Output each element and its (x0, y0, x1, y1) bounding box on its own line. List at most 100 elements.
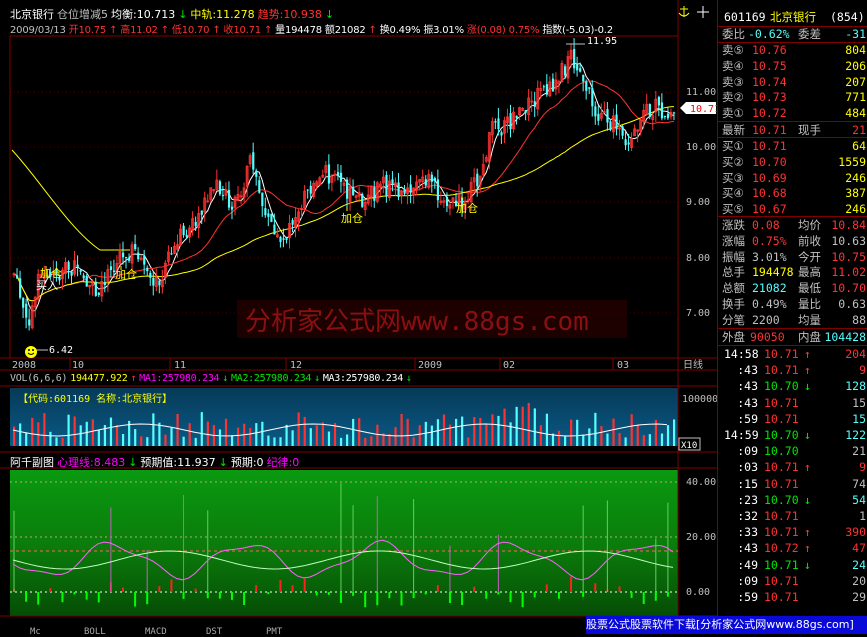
tick-time: :43 (737, 541, 758, 556)
header-segment: 心理线:8.483 (57, 456, 126, 469)
buy-row-1: 买① 10.71 64 (718, 138, 867, 154)
stat-label: 换手 (722, 297, 745, 311)
tick-price: 10.71 (764, 395, 799, 410)
tick-time: :59 (737, 590, 758, 604)
header-segment: 高11.02 (120, 25, 158, 36)
sell-price: 10.73 (752, 90, 787, 105)
tick-row: :33 10.71 ↑ 390 (718, 524, 867, 540)
waipan-row: 外盘 90050 内盘 104428 (722, 330, 866, 344)
header-segment: ↑ (212, 25, 221, 36)
sell-volume: 771 (845, 90, 866, 105)
tick-time: :43 (737, 395, 758, 410)
header-segment: 预期:0 (230, 456, 264, 469)
tick-row: 14:58 10.71 ↑ 204 (718, 346, 867, 362)
tick-price: 10.71 (764, 509, 799, 523)
stat-row-1: 涨跌 0.08 均价 10.84 (718, 217, 867, 233)
svg-text:10: 10 (72, 360, 84, 371)
tick-time: :15 (737, 476, 758, 491)
tick-volume: 24 (852, 557, 866, 572)
header-segment: 阿千副图 (10, 456, 54, 469)
tick-volume: 1 (859, 509, 866, 523)
buy-volume: 246 (845, 202, 866, 217)
tick-row: :43 10.70 ↓ 128 (718, 378, 867, 394)
tick-time: 14:58 (724, 347, 759, 361)
tick-row: :09 10.70 21 (718, 443, 867, 459)
tick-dir-icon: ↑ (804, 363, 811, 378)
tick-dir-icon: ↑ (804, 541, 811, 556)
tick-time: :59 (737, 411, 758, 426)
tick-time: 14:59 (724, 428, 759, 442)
tick-time: :32 (737, 509, 758, 523)
svg-text:02: 02 (503, 360, 515, 371)
stat-value: 10.75 (831, 249, 866, 264)
volume-axis-label: 100000 (682, 394, 717, 405)
svg-text:日线: 日线 (683, 358, 703, 371)
smiley-icon (25, 346, 37, 358)
buy-price: 10.67 (752, 202, 787, 217)
stat-value: 2200 (752, 312, 780, 327)
last-price-row: 最新 10.71 现手 21 (722, 123, 866, 137)
stat-label: 总手 (722, 265, 745, 280)
tick-volume: 74 (852, 476, 866, 491)
tick-price: 10.70 (764, 428, 799, 442)
tick-price: 10.71 (764, 460, 799, 475)
stat-label: 涨幅 (722, 233, 745, 248)
header-segment: ↑ (368, 25, 377, 36)
stock-code: 601169 (724, 10, 766, 24)
sell-price: 10.72 (752, 106, 787, 121)
header-segment: 预期值:11.937 (140, 456, 216, 469)
header-segment: VOL(6,6,6) (10, 373, 68, 384)
footer-banner[interactable]: 股票公式股票软件下载[分析家公式网www.88gs.com] (586, 616, 867, 634)
stat-value: 194478 (752, 265, 794, 280)
tick-time: :23 (737, 492, 758, 507)
stat-label: 量比 (798, 297, 821, 311)
header-segment: ↓ (128, 456, 138, 469)
buy-label: 买① (722, 139, 744, 153)
stat-value: 10.70 (831, 281, 866, 296)
buy-price: 10.70 (752, 154, 787, 169)
svg-text:40.00: 40.00 (686, 477, 716, 488)
tick-row: :49 10.71 ↓ 24 (718, 557, 867, 573)
svg-text:20.00: 20.00 (686, 532, 716, 543)
header-segment: ↓ (324, 8, 335, 21)
move-icon[interactable] (697, 6, 709, 18)
tab-macd[interactable]: MACD (145, 627, 167, 637)
tab-dst[interactable]: DST (206, 627, 222, 637)
kline-chart-area[interactable]: 分析家公式网www.88gs.com 11.95 6.42 买入 加仓 加仓 加… (0, 0, 717, 634)
sell-label: 卖② (722, 90, 744, 105)
sell-price: 10.74 (752, 74, 787, 89)
tick-row: :43 10.72 ↑ 47 (718, 540, 867, 556)
tick-price: 10.70 (764, 379, 799, 394)
tab-boll[interactable]: BOLL (84, 627, 106, 637)
quote-panel: 601169 北京银行 (854) 委比 -0.62% 委差 -31 卖⑤ 10.… (717, 0, 867, 634)
chart-header-line2: 2009/03/13 开10.75 ↑ 高11.02 ↑ 低10.70 ↑ 收10.71 ↑ 量1… (10, 21, 616, 36)
buy-row-4: 买④ 10.68 387 (718, 185, 867, 201)
sell-label: 卖⑤ (722, 43, 744, 57)
tab-mc[interactable]: Mc (30, 627, 41, 637)
stat-value: 11.02 (831, 265, 866, 280)
header-segment: MA2:257980.234 (231, 373, 312, 384)
tick-price: 10.71 (764, 363, 799, 378)
header-segment: 均衡:10.713 (111, 8, 176, 21)
stat-value: 3.01% (752, 249, 787, 264)
header-segment: 北京银行 (10, 8, 54, 21)
sell-label: 卖③ (722, 74, 744, 89)
stat-label: 总额 (722, 281, 745, 296)
stat-row-7: 分笔 2200 均量 88 (718, 312, 867, 328)
stat-row-5: 总额 21082 最低 10.70 (718, 280, 867, 296)
weibi-row: 委比 -0.62% 委差 -31 (722, 27, 866, 41)
sell-volume: 206 (845, 58, 866, 73)
svg-text:03: 03 (617, 360, 629, 371)
tab-pmt[interactable]: PMT (266, 627, 282, 637)
header-segment: 194477.922 (70, 373, 128, 384)
header-segment: 0.75% (508, 25, 540, 36)
sell-row-3: 卖③ 10.74 207 (718, 74, 867, 90)
tick-volume: 204 (845, 347, 866, 361)
stat-value: 0.49% (752, 297, 787, 311)
tick-volume: 21 (852, 444, 866, 459)
buy-price: 10.69 (752, 170, 787, 185)
svg-text:2008: 2008 (12, 360, 36, 371)
anchor-icon[interactable] (678, 6, 690, 17)
tick-dir-icon: ↑ (804, 460, 811, 475)
sell-row-4: 卖② 10.73 771 (718, 89, 867, 105)
